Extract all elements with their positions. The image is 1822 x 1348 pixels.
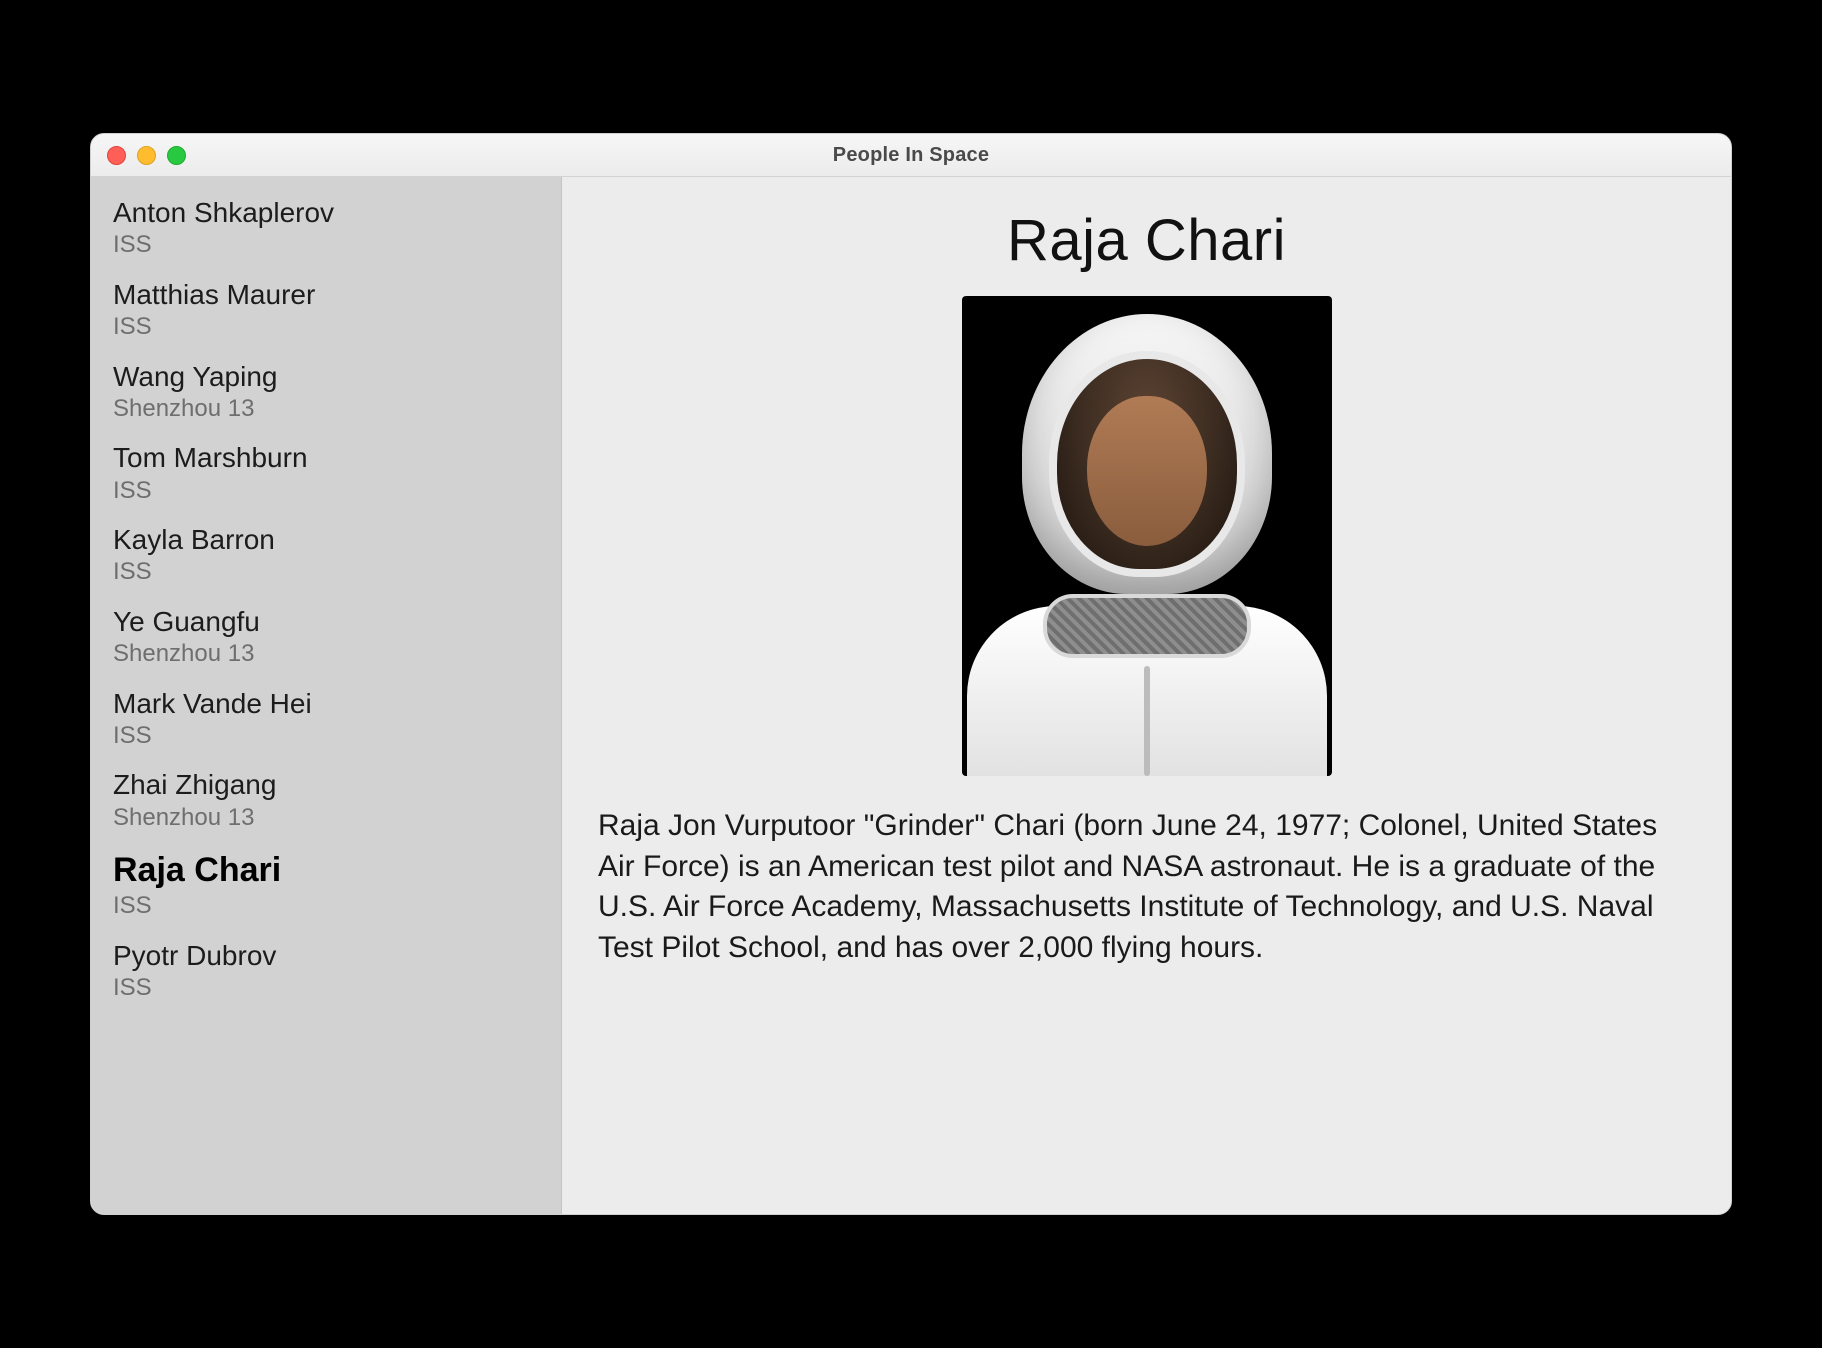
list-item[interactable]: Tom Marshburn ISS [91, 436, 561, 518]
list-item[interactable]: Pyotr DubrovISS [91, 934, 561, 1016]
list-item-name: Tom Marshburn [113, 442, 539, 474]
window-close-button[interactable] [107, 146, 126, 165]
list-item-name: Ye Guangfu [113, 606, 539, 638]
list-item-craft: ISS [113, 313, 539, 341]
list-item[interactable]: Anton ShkaplerovISS [91, 191, 561, 273]
window-minimize-button[interactable] [137, 146, 156, 165]
list-item[interactable]: Zhai Zhigang Shenzhou 13 [91, 763, 561, 845]
list-item-name: Wang Yaping [113, 361, 539, 393]
astronaut-list[interactable]: Anton ShkaplerovISSMatthias MaurerISSWan… [91, 177, 562, 1214]
list-item[interactable]: Matthias MaurerISS [91, 273, 561, 355]
list-item-name: Raja Chari [113, 851, 539, 890]
detail-bio: Raja Jon Vurputoor "Grinder" Chari (born… [598, 806, 1695, 968]
face [1087, 396, 1207, 546]
list-item-craft: Shenzhou 13 [113, 640, 539, 668]
window-controls [107, 146, 186, 165]
list-item-name: Matthias Maurer [113, 279, 539, 311]
list-item-name: Mark Vande Hei [113, 688, 539, 720]
list-item[interactable]: Kayla BarronISS [91, 518, 561, 600]
astronaut-portrait [962, 296, 1332, 776]
list-item[interactable]: Raja ChariISS [91, 845, 561, 934]
window-title: People In Space [91, 144, 1731, 167]
suit-seam [1144, 666, 1150, 776]
suit-neckring [1043, 594, 1251, 658]
detail-pane: Raja Chari Raja Jon Vurputoor "Grinder" … [562, 177, 1731, 1214]
list-item-name: Zhai Zhigang [113, 769, 539, 801]
detail-title: Raja Chari [598, 207, 1695, 274]
app-window: People In Space Anton ShkaplerovISSMatth… [90, 133, 1732, 1215]
list-item[interactable]: Wang YapingShenzhou 13 [91, 355, 561, 437]
list-item-craft: ISS [113, 892, 539, 920]
list-item[interactable]: Mark Vande HeiISS [91, 682, 561, 764]
list-item-craft: Shenzhou 13 [113, 395, 539, 423]
window-body: Anton ShkaplerovISSMatthias MaurerISSWan… [91, 177, 1731, 1214]
list-item-craft: Shenzhou 13 [113, 804, 539, 832]
window-titlebar: People In Space [91, 134, 1731, 177]
list-item-craft: ISS [113, 974, 539, 1002]
list-item-craft: ISS [113, 558, 539, 586]
list-item[interactable]: Ye GuangfuShenzhou 13 [91, 600, 561, 682]
window-zoom-button[interactable] [167, 146, 186, 165]
list-item-name: Pyotr Dubrov [113, 940, 539, 972]
list-item-craft: ISS [113, 722, 539, 750]
list-item-craft: ISS [113, 477, 539, 505]
list-item-name: Anton Shkaplerov [113, 197, 539, 229]
list-item-name: Kayla Barron [113, 524, 539, 556]
list-item-craft: ISS [113, 231, 539, 259]
